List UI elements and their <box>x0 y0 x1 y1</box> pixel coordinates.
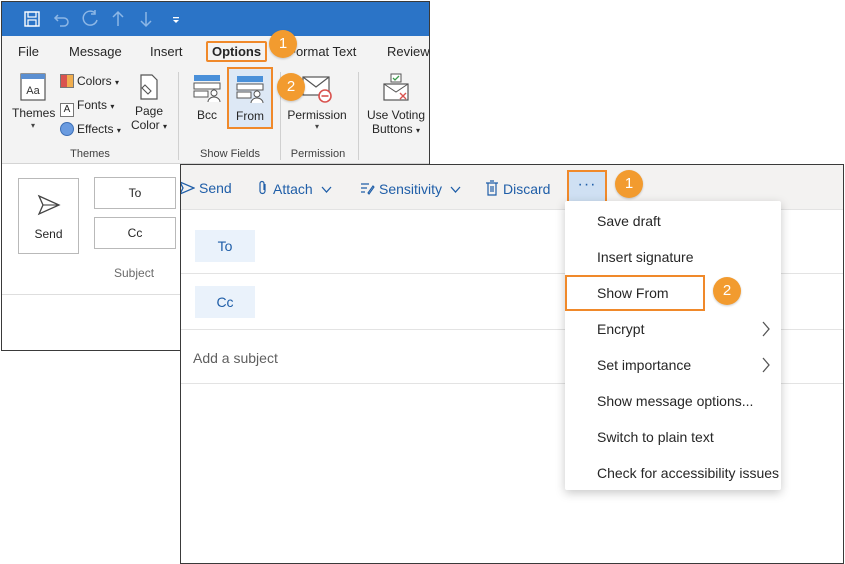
ribbon: Aa Themes ▾ Colors ▾ A Fonts ▾ Effects ▾ … <box>2 66 429 164</box>
more-options-button[interactable]: ··· <box>567 170 607 204</box>
web-send-label: Send <box>199 180 232 196</box>
divider <box>2 294 182 295</box>
fonts-button[interactable]: A Fonts ▾ <box>60 98 114 117</box>
quick-access-toolbar <box>2 2 429 36</box>
save-icon[interactable] <box>22 9 42 29</box>
tab-insert[interactable]: Insert <box>150 44 183 59</box>
use-voting-buttons-button[interactable]: Use Voting Buttons ▾ <box>364 72 428 136</box>
menu-item-encrypt-label: Encrypt <box>597 321 645 337</box>
discard-button[interactable]: Discard <box>485 180 550 197</box>
menu-item-save-draft[interactable]: Save draft <box>565 203 781 239</box>
tab-format-text[interactable]: Format Text <box>288 44 356 59</box>
menu-item-set-importance-label: Set importance <box>597 357 692 373</box>
menu-item-show-from[interactable]: Show From <box>565 275 705 311</box>
fonts-label: Fonts <box>77 98 108 112</box>
page-color-label-1: Page <box>134 104 164 118</box>
more-options-menu: Save draft Insert signature Show From En… <box>565 201 781 490</box>
page-color-icon <box>140 74 158 100</box>
fonts-icon: A <box>60 103 74 117</box>
sensitivity-label: Sensitivity <box>379 181 443 197</box>
chevron-down-icon <box>450 186 461 194</box>
arrow-up-icon[interactable] <box>108 9 128 29</box>
send-button[interactable]: Send <box>18 178 79 254</box>
sensitivity-icon <box>359 180 375 196</box>
effects-icon <box>60 122 74 136</box>
tab-options[interactable]: Options <box>206 41 268 62</box>
colors-icon <box>60 74 74 88</box>
ellipsis-icon: ··· <box>577 176 597 193</box>
discard-label: Discard <box>503 181 551 197</box>
web-send-button[interactable]: Send <box>181 180 232 196</box>
bcc-label: Bcc <box>196 108 217 122</box>
voting-icon <box>383 73 409 101</box>
ribbon-tabs: File Message Insert Options Format Text … <box>2 36 429 66</box>
attach-button[interactable]: Attach <box>257 180 332 197</box>
permission-icon <box>302 76 332 103</box>
menu-item-switch-to-plain-text[interactable]: Switch to plain text <box>565 419 781 455</box>
colors-button[interactable]: Colors ▾ <box>60 74 119 88</box>
group-separator <box>358 72 359 160</box>
send-icon <box>181 181 195 195</box>
page-color-label-2: Color ▾ <box>130 118 168 132</box>
menu-item-check-accessibility[interactable]: Check for accessibility issues <box>565 455 781 491</box>
menu-item-set-importance[interactable]: Set importance <box>565 347 781 383</box>
send-label: Send <box>34 227 63 241</box>
callout-badge-2: 2 <box>713 277 741 305</box>
callout-badge-2: 2 <box>277 73 305 101</box>
bcc-icon <box>193 75 221 103</box>
trash-icon <box>485 180 499 196</box>
menu-item-encrypt[interactable]: Encrypt <box>565 311 781 347</box>
subject-input[interactable]: Add a subject <box>193 350 278 366</box>
menu-item-show-message-options[interactable]: Show message options... <box>565 383 781 419</box>
permission-label: Permission <box>287 108 347 122</box>
attach-label: Attach <box>273 181 313 197</box>
from-icon <box>236 76 264 104</box>
from-label: From <box>236 109 264 123</box>
effects-label: Effects <box>77 122 114 136</box>
group-label-show-fields: Show Fields <box>200 148 260 160</box>
tab-message[interactable]: Message <box>69 44 122 59</box>
group-separator <box>178 72 179 160</box>
subject-label: Subject <box>114 266 155 280</box>
undo-icon[interactable] <box>52 9 72 29</box>
chevron-down-icon: ▾ <box>30 121 35 130</box>
effects-button[interactable]: Effects ▾ <box>60 122 121 136</box>
cc-button[interactable]: Cc <box>94 217 176 249</box>
themes-icon: Aa <box>20 73 46 101</box>
use-voting-label-1: Use Voting <box>366 108 426 122</box>
chevron-down-icon: ▾ <box>314 122 319 131</box>
themes-label: Themes <box>12 106 56 120</box>
arrow-down-icon[interactable] <box>136 9 156 29</box>
redo-icon[interactable] <box>80 9 100 29</box>
use-voting-label-2: Buttons ▾ <box>371 122 421 136</box>
to-button[interactable]: To <box>94 177 176 209</box>
tab-review[interactable]: Review <box>387 44 429 59</box>
chevron-right-icon <box>761 311 771 347</box>
colors-label: Colors <box>77 74 112 88</box>
themes-button[interactable]: Aa Themes ▾ <box>12 72 56 130</box>
svg-text:Aa: Aa <box>26 85 40 97</box>
callout-badge-1: 1 <box>269 30 297 58</box>
callout-badge-1: 1 <box>615 170 643 198</box>
customize-toolbar-icon[interactable] <box>166 9 186 29</box>
group-label-permission: Permission <box>290 148 346 160</box>
chevron-right-icon <box>761 347 771 383</box>
bcc-button[interactable]: Bcc <box>190 72 224 122</box>
web-to-button[interactable]: To <box>195 230 255 262</box>
chevron-down-icon <box>321 186 332 194</box>
send-icon <box>37 194 61 216</box>
menu-item-insert-signature[interactable]: Insert signature <box>565 239 781 275</box>
tab-file[interactable]: File <box>18 44 39 59</box>
page-color-button[interactable]: Page Color ▾ <box>129 72 169 132</box>
sensitivity-button[interactable]: Sensitivity <box>359 180 461 197</box>
from-button[interactable]: From <box>227 67 273 129</box>
paperclip-icon <box>257 180 269 196</box>
group-label-themes: Themes <box>70 148 110 160</box>
web-cc-button[interactable]: Cc <box>195 286 255 318</box>
